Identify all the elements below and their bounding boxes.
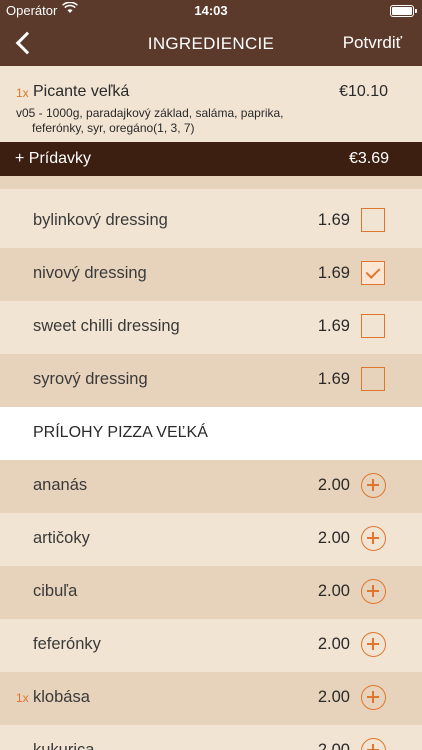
item-name: kukurica xyxy=(33,741,95,750)
add-circle-icon[interactable] xyxy=(361,473,386,498)
item-price: 1.69 xyxy=(317,317,350,335)
item-price: 2.00 xyxy=(317,476,350,494)
add-circle-icon[interactable] xyxy=(361,526,386,551)
list-item[interactable]: nivový dressing 1.69 xyxy=(0,248,422,301)
addons-total: €3.69 xyxy=(348,150,389,167)
item-description-line: v05 - 1000g, paradajkový základ, saláma,… xyxy=(16,106,284,120)
addons-label: + Prídavky xyxy=(15,150,92,167)
item-name: klobása xyxy=(33,688,90,706)
status-bar: Operátor 14:03 xyxy=(0,0,422,22)
add-circle-icon[interactable] xyxy=(361,738,386,750)
ingredient-list[interactable]: bylinkový dressing 1.69 nivový dressing … xyxy=(0,176,422,750)
item-quantity: 1x xyxy=(16,691,29,705)
add-circle-icon[interactable] xyxy=(361,632,386,657)
top-bar: Operátor 14:03 INGREDIENCIE Potvrdiť xyxy=(0,0,422,66)
add-circle-icon[interactable] xyxy=(361,685,386,710)
item-name: nivový dressing xyxy=(33,264,147,282)
item-price: 2.00 xyxy=(317,529,350,547)
list-item[interactable]: feferónky 2.00 xyxy=(0,619,422,672)
confirm-button[interactable]: Potvrdiť xyxy=(343,33,402,53)
navigation-bar: INGREDIENCIE Potvrdiť xyxy=(0,22,422,66)
item-price: €10.10 xyxy=(339,83,388,100)
item-name: bylinkový dressing xyxy=(33,211,168,229)
list-item[interactable]: ananás 2.00 xyxy=(0,460,422,513)
list-item[interactable]: syrový dressing 1.69 xyxy=(0,354,422,407)
checkbox[interactable] xyxy=(361,314,385,338)
item-description: v05 - 1000g, paradajkový základ, saláma,… xyxy=(16,106,306,136)
battery-icon xyxy=(390,5,417,17)
item-price: 1.69 xyxy=(317,211,350,229)
item-price: 2.00 xyxy=(317,582,350,600)
item-price: 2.00 xyxy=(317,688,350,706)
list-item[interactable]: kukurica 2.00 xyxy=(0,725,422,750)
clock: 14:03 xyxy=(194,3,228,18)
item-description-line: feferónky, syr, oregáno(1, 3, 7) xyxy=(32,121,195,135)
item-price: 1.69 xyxy=(317,264,350,282)
item-name: Picante veľká xyxy=(33,83,130,100)
checkbox-checked[interactable] xyxy=(361,261,385,285)
section-title: PRÍLOHY PIZZA VEĽKÁ xyxy=(33,424,208,441)
list-item[interactable]: cibuľa 2.00 xyxy=(0,566,422,619)
addons-bar[interactable]: + Prídavky €3.69 xyxy=(0,142,422,176)
section-header: PRÍLOHY PIZZA VEĽKÁ xyxy=(0,407,422,460)
list-item[interactable]: 1x klobása 2.00 xyxy=(0,672,422,725)
item-price: 2.00 xyxy=(317,635,350,653)
checkbox[interactable] xyxy=(361,208,385,232)
list-item[interactable]: sweet chilli dressing 1.69 xyxy=(0,301,422,354)
item-name: cibuľa xyxy=(33,582,78,600)
item-name: sweet chilli dressing xyxy=(33,317,180,335)
checkbox[interactable] xyxy=(361,367,385,391)
list-item-partial xyxy=(0,176,422,189)
item-quantity: 1x xyxy=(16,86,29,100)
item-name: feferónky xyxy=(33,635,101,653)
item-summary: 1x Picante veľká €10.10 v05 - 1000g, par… xyxy=(0,66,422,142)
item-name: ananás xyxy=(33,476,88,494)
list-item[interactable]: bylinkový dressing 1.69 xyxy=(0,195,422,248)
add-circle-icon[interactable] xyxy=(361,579,386,604)
list-item[interactable]: artičoky 2.00 xyxy=(0,513,422,566)
item-price: 1.69 xyxy=(317,370,350,388)
item-price: 2.00 xyxy=(317,741,350,750)
item-name: syrový dressing xyxy=(33,370,148,388)
item-name: artičoky xyxy=(33,529,90,547)
